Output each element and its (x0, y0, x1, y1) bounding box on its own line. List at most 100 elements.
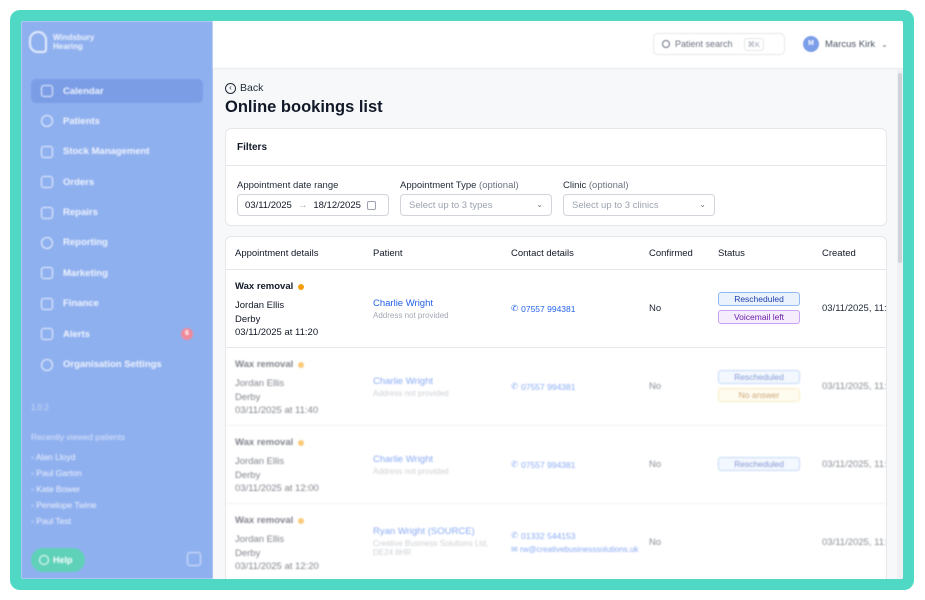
calendar-icon (366, 200, 376, 210)
phone-link[interactable]: ✆ 07557 994381 (511, 459, 576, 470)
appointment-type-label: Appointment Type (optional) (400, 180, 519, 191)
sidebar-item-finance[interactable]: Finance (31, 292, 203, 316)
table-body: Wax removal Jordan Ellis Derby 03/11/2025 a… (226, 270, 886, 579)
phone-icon: ✆ (511, 530, 519, 540)
recent-patient-link[interactable]: - Kate Bower (31, 484, 97, 500)
appointment-type: Wax removal (235, 515, 319, 526)
sidebar-item-patients[interactable]: Patients (31, 109, 203, 133)
page-scrollbar[interactable] (897, 69, 903, 579)
status-cell: Rescheduled No answer (718, 370, 800, 406)
back-link[interactable]: ‹ Back (225, 82, 263, 94)
sidebar-item-alerts[interactable]: Alerts 6 (31, 322, 203, 346)
table-row[interactable]: Wax removal Jordan Ellis Derby 03/11/2025 a… (226, 426, 886, 504)
mail-icon (41, 267, 53, 280)
created-value: 03/11/2025, 11: (822, 381, 887, 392)
appointment-name: Jordan Ellis (235, 378, 285, 389)
clinic-select[interactable]: Select up to 3 clinics ⌄ (563, 194, 715, 216)
column-header[interactable]: Confirmed (649, 248, 693, 259)
created-value: 03/11/2025, 11: (822, 303, 887, 314)
appointment-datetime: 03/11/2025 at 12:20 (235, 561, 319, 572)
patient-link[interactable]: Charlie Wright (373, 376, 449, 387)
chevron-down-icon: ⌄ (536, 200, 543, 209)
sidebar-item-label: Organisation Settings (63, 359, 162, 371)
calendar-icon (41, 85, 53, 97)
recently-viewed-list: - Alan Lloyd - Paul Garton - Kate Bower - P… (31, 452, 97, 532)
appointment-datetime: 03/11/2025 at 12:00 (235, 483, 319, 494)
sidebar-item-label: Orders (63, 176, 95, 188)
phone-icon: ✆ (511, 303, 519, 313)
app-logo[interactable]: Windsbury Hearing (29, 31, 94, 53)
appointment-details-cell: Wax removal Jordan Ellis Derby 03/11/2025 a… (235, 359, 318, 418)
back-label: Back (240, 82, 264, 94)
user-menu[interactable]: M Marcus Kirk ⌄ (803, 36, 888, 52)
date-from[interactable]: 03/11/2025 (245, 200, 292, 211)
appointment-type: Wax removal (235, 437, 319, 448)
sidebar-item-organisation-settings[interactable]: Organisation Settings (31, 353, 203, 377)
appointment-datetime: 03/11/2025 at 11:20 (235, 327, 319, 338)
sidebar-item-orders[interactable]: Orders (31, 170, 203, 194)
status-dot-icon (298, 439, 305, 446)
phone-link[interactable]: ✆ 01332 544153 (511, 530, 638, 541)
sidebar-item-repairs[interactable]: Repairs (31, 201, 203, 225)
table-row[interactable]: Wax removal Jordan Ellis Derby 03/11/2025 a… (226, 348, 886, 426)
scrollbar-thumb[interactable] (898, 73, 902, 263)
appointment-type-label: Wax removal (235, 437, 294, 448)
phone-number: 01332 544153 (521, 530, 576, 541)
phone-link[interactable]: ✆ 07557 994381 (511, 303, 576, 314)
phone-number: 07557 994381 (521, 459, 576, 470)
created-value: 03/11/2025, 11: (822, 459, 887, 470)
appointment-details-cell: Wax removal Jordan Ellis Derby 03/11/2025 a… (235, 437, 319, 496)
status-dot-icon (298, 361, 305, 368)
contact-cell: ✆ 01332 544153 ✉ rw@creativebusinesssoluti… (511, 530, 638, 554)
appointment-type-select[interactable]: Select up to 3 types ⌄ (400, 194, 552, 216)
status-cell: Rescheduled Voicemail left (718, 292, 800, 328)
help-button[interactable]: Help (31, 548, 85, 572)
recent-patient-link[interactable]: - Paul Garton (31, 468, 97, 484)
filters-heading: Filters (226, 129, 886, 166)
patient-address: Address not provided (373, 389, 449, 398)
gear-icon (41, 358, 53, 371)
column-header[interactable]: Patient (373, 248, 403, 259)
email-link[interactable]: ✉ rw@creativebusinesssolutions.uk (511, 545, 638, 554)
patient-link[interactable]: Charlie Wright (373, 454, 449, 465)
table-row[interactable]: Wax removal Jordan Ellis Derby 03/11/2025 a… (226, 270, 886, 348)
status-badge: Voicemail left (718, 310, 800, 324)
table-row[interactable]: Wax removal Jordan Ellis Derby 03/11/2025 a… (226, 504, 886, 579)
patient-cell: Charlie Wright Address not provided (373, 298, 449, 320)
collapse-sidebar-icon[interactable] (187, 552, 201, 566)
appointment-name: Jordan Ellis (235, 534, 285, 545)
phone-number: 07557 994381 (521, 303, 576, 314)
clinic-placeholder: Select up to 3 clinics (572, 200, 659, 211)
sidebar-item-reporting[interactable]: Reporting (31, 231, 203, 255)
patient-cell: Charlie Wright Address not provided (373, 376, 449, 398)
sidebar-item-marketing[interactable]: Marketing (31, 261, 203, 285)
phone-number: 07557 994381 (521, 381, 576, 392)
column-header[interactable]: Status (718, 248, 745, 259)
patient-search-button[interactable]: Patient search ⌘K (653, 33, 785, 55)
help-icon (39, 555, 49, 565)
sidebar-item-label: Calendar (63, 85, 104, 97)
patient-link[interactable]: Ryan Wright (SOURCE) (373, 526, 503, 537)
patient-search-label: Patient search (675, 39, 733, 49)
app-version: 1.0.2 (31, 403, 49, 412)
patient-cell: Charlie Wright Address not provided (373, 454, 449, 476)
column-header[interactable]: Contact details (511, 248, 574, 259)
column-header[interactable]: Created (822, 248, 856, 259)
date-range-picker[interactable]: 03/11/2025 → 18/12/2025 (237, 194, 389, 216)
contact-cell: ✆ 07557 994381 (511, 381, 576, 392)
phone-icon: ✆ (511, 459, 519, 469)
recent-patient-link[interactable]: - Paul Test (31, 516, 97, 532)
sidebar-item-stock-management[interactable]: Stock Management (31, 140, 203, 164)
status-badge: No answer (718, 388, 800, 402)
patient-cell: Ryan Wright (SOURCE) Creative Business So… (373, 526, 503, 557)
patient-link[interactable]: Charlie Wright (373, 298, 449, 309)
appointment-info: Jordan Ellis Derby 03/11/2025 at 11:40 (235, 377, 318, 418)
recent-patient-link[interactable]: - Alan Lloyd (31, 452, 97, 468)
appointment-datetime: 03/11/2025 at 11:40 (235, 405, 319, 416)
date-to[interactable]: 18/12/2025 (313, 200, 361, 211)
recent-patient-link[interactable]: - Penelope Twine (31, 500, 97, 516)
column-header[interactable]: Appointment details (235, 248, 318, 259)
phone-link[interactable]: ✆ 07557 994381 (511, 381, 576, 392)
sidebar-item-calendar[interactable]: Calendar (31, 79, 203, 103)
status-dot-icon (298, 283, 305, 290)
